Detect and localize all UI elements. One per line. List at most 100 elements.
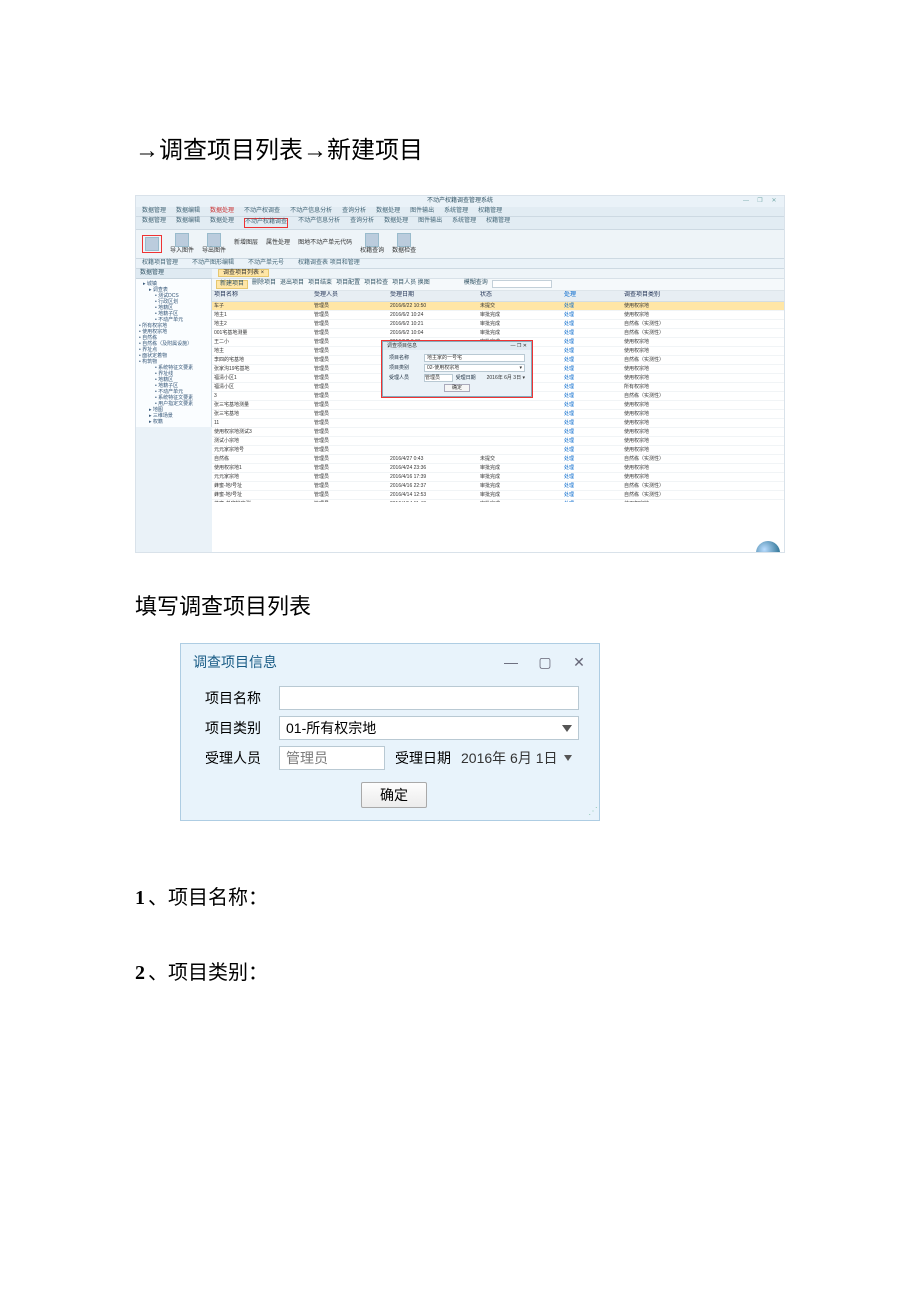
close-icon[interactable]: ✕ [571,654,587,671]
window-controls[interactable]: — ▢ ✕ [503,654,587,671]
minimize-icon[interactable]: — [503,654,519,671]
app-title: 不动产权籍调查管理系统 [136,196,784,207]
close-icon[interactable]: ✕ [770,198,778,205]
col-action: 处理 [562,291,622,300]
maximize-icon[interactable]: ❐ [756,198,764,205]
table-row[interactable]: 张三宅基地测量管理员处理使用权宗地 [212,401,784,410]
minimize-icon[interactable]: — [742,198,750,205]
name-label: 项目名称 [205,688,273,708]
person-input[interactable]: 管理员 [279,746,385,770]
ribbon-label: 图地不动产单元代码 [298,240,352,247]
date-value[interactable]: 2016年 6月 3日 ▾ [487,375,525,381]
cat-select[interactable]: 02-使用权宗地▾ [424,364,525,372]
table-row[interactable]: 11管理员处理使用权宗地 [212,419,784,428]
tab[interactable]: 图件输出 [418,218,442,227]
tab[interactable]: 权籍管理 [478,208,502,215]
tab[interactable]: 系统管理 [452,218,476,227]
ok-button[interactable]: 确定 [444,384,470,392]
ribbon-tabs-row2[interactable]: 数据管理 数据编辑 数据处理 不动产权籍调查 不动产信息分析 查询分析 数据处理… [136,217,784,229]
ribbon-tabs-row1[interactable]: 数据管理 数据编辑 数据处理 不动产权调查 不动产信息分析 查询分析 数据处理 … [136,207,784,217]
ribbon-subtabs: 权籍项目管理 不动产图形编辑 不动产单元号 权籍调查表 项目和管理 [136,259,784,269]
tab[interactable]: 不动产权调查 [244,208,280,215]
table-row[interactable]: 张三宅基地管理员处理使用权宗地 [212,410,784,419]
toolbar-btn[interactable]: 项目结束 [308,280,332,289]
project-name-input[interactable] [279,686,579,710]
table-row[interactable]: 使用权宗地测试3管理员处理使用权宗地 [212,428,784,437]
nav-tree[interactable]: ▸ 城镇▸ 调查表• 测试DCS• 行政区划• 地籍区• 地籍子区• 不动产单元… [136,279,212,427]
toolbar-btn[interactable]: 删除项目 [252,280,276,289]
toolbar-btn[interactable]: 项目人员 换图 [392,280,430,289]
table-row[interactable]: 地主1管理员2016/6/2 10:24审批完成处理使用权宗地 [212,311,784,320]
table-row[interactable]: 测试小宗地管理员处理使用权宗地 [212,437,784,446]
ribbon-group[interactable]: 导入图件 [170,233,194,255]
toolbar-btn[interactable]: 项目配置 [336,280,360,289]
dlg-win-btns[interactable]: — ❐ ✕ [511,343,527,349]
table-row[interactable]: 使用权宗地1管理员2016/4/24 23:36审批完成处理使用权宗地 [212,464,784,473]
tab[interactable]: 数据编辑 [176,218,200,227]
name-input[interactable]: 地主家的一号宅 [424,354,525,362]
tab[interactable]: 数据处理 [210,218,234,227]
tab[interactable]: 数据处理 [210,208,234,215]
ok-button[interactable]: 确定 [361,782,427,808]
tab[interactable]: 系统管理 [444,208,468,215]
tab[interactable]: 不动产信息分析 [290,208,332,215]
tab-active-highlight[interactable]: 不动产权籍调查 [244,218,288,227]
tab[interactable]: 数据处理 [376,208,400,215]
breadcrumb-item-2: 新建项目 [327,137,423,164]
table-row[interactable]: 地主2管理员2016/6/2 10:21审批完成处理自然栋（实测性） [212,320,784,329]
table-row[interactable]: 001宅基地测量管理员2016/6/2 10:04审批完成处理自然栋（实测性） [212,329,784,338]
search-input[interactable] [492,280,552,288]
table-row[interactable]: 蜂蜜-地/号址管理员2016/4/16 22:37审批完成处理自然栋（实测性） [212,482,784,491]
sub-tab[interactable]: 不动产图形编辑 [192,260,234,267]
tab[interactable]: 查询分析 [342,208,366,215]
tab[interactable]: 权籍管理 [486,218,510,227]
toolbar-btn[interactable]: 项目检查 [364,280,388,289]
tab[interactable]: 数据管理 [142,218,166,227]
sub-tab[interactable]: 不动产单元号 [248,260,284,267]
col-date: 受理日期 [388,291,478,300]
tab[interactable]: 数据管理 [142,208,166,215]
table-row[interactable]: 元元家宗地管理员2016/4/16 17:39审批完成处理使用权宗地 [212,473,784,482]
tab[interactable]: 数据处理 [384,218,408,227]
date-label: 受理日期 [395,748,455,768]
window-controls[interactable]: — ❐ ✕ [742,198,778,205]
table-row[interactable]: 蜂蜜-老宅地实测管理员2016/4/14 11:47审批完成处理使用权宗地 [212,500,784,502]
ribbon-group[interactable] [145,237,159,251]
tab[interactable]: 不动产信息分析 [298,218,340,227]
tab[interactable]: 查询分析 [350,218,374,227]
ribbon-group[interactable]: 数据检查 [392,233,416,255]
ribbon-group[interactable]: 新增图层 [234,240,258,247]
toolbar-btn[interactable]: 退出项目 [280,280,304,289]
ribbon-group[interactable]: 属性处理 [266,240,290,247]
sub-tab[interactable]: 权籍项目管理 [142,260,178,267]
tab[interactable]: 图件输出 [410,208,434,215]
list-toolbar[interactable]: 新建项目 删除项目 退出项目 项目结束 项目配置 项目检查 项目人员 换图 模糊… [212,279,784,291]
tab[interactable]: 数据编辑 [176,208,200,215]
ribbon-label: 导出图件 [202,248,226,255]
maximize-icon[interactable]: ▢ [537,654,553,671]
sub-tab[interactable]: 权籍调查表 项目和管理 [298,260,360,267]
chevron-down-icon [564,755,572,761]
doc-tabstrip[interactable]: 调查项目列表 × [212,269,784,279]
ribbon-group[interactable]: 图地不动产单元代码 [298,240,352,247]
new-project-dialog-mini[interactable]: 调查项目信息— ❐ ✕ 项目名称地主家的一号宅 项目类别02-使用权宗地▾ 受理… [382,341,532,397]
person-input[interactable]: 管理员 [424,374,453,382]
lbl: 受理日期 [456,375,484,381]
table-row[interactable]: 车子管理员2016/6/22 10:50未提交处理使用权宗地 [212,302,784,311]
num: 1 [135,887,145,909]
ribbon-group[interactable]: 权籍查询 [360,233,384,255]
date-picker[interactable]: 2016年 6月 1日 [461,748,572,768]
new-project-button[interactable]: 新建项目 [216,280,248,289]
col-status: 状态 [478,291,562,300]
resize-grip-icon[interactable]: ⋰ [588,806,596,817]
tab-active[interactable]: 调查项目列表 × [218,269,269,277]
cat-label: 项目类别 [205,718,273,738]
table-row[interactable]: 蜂蜜-地/号址管理员2016/4/14 12:53审批完成处理自然栋（实测性） [212,491,784,500]
person-label: 受理人员 [205,748,273,768]
project-category-select[interactable]: 01-所有权宗地 [279,716,579,740]
table-row[interactable]: 元元家宗地号管理员处理使用权宗地 [212,446,784,455]
tree-node[interactable]: ▸ 权籍 [139,419,208,425]
table-row[interactable]: 自然栋管理员2016/4/27 0:43未提交处理自然栋（实测性） [212,455,784,464]
ribbon-group[interactable]: 导出图件 [202,233,226,255]
nav-panel: 数据管理 ▸ 城镇▸ 调查表• 测试DCS• 行政区划• 地籍区• 地籍子区• … [136,269,212,553]
